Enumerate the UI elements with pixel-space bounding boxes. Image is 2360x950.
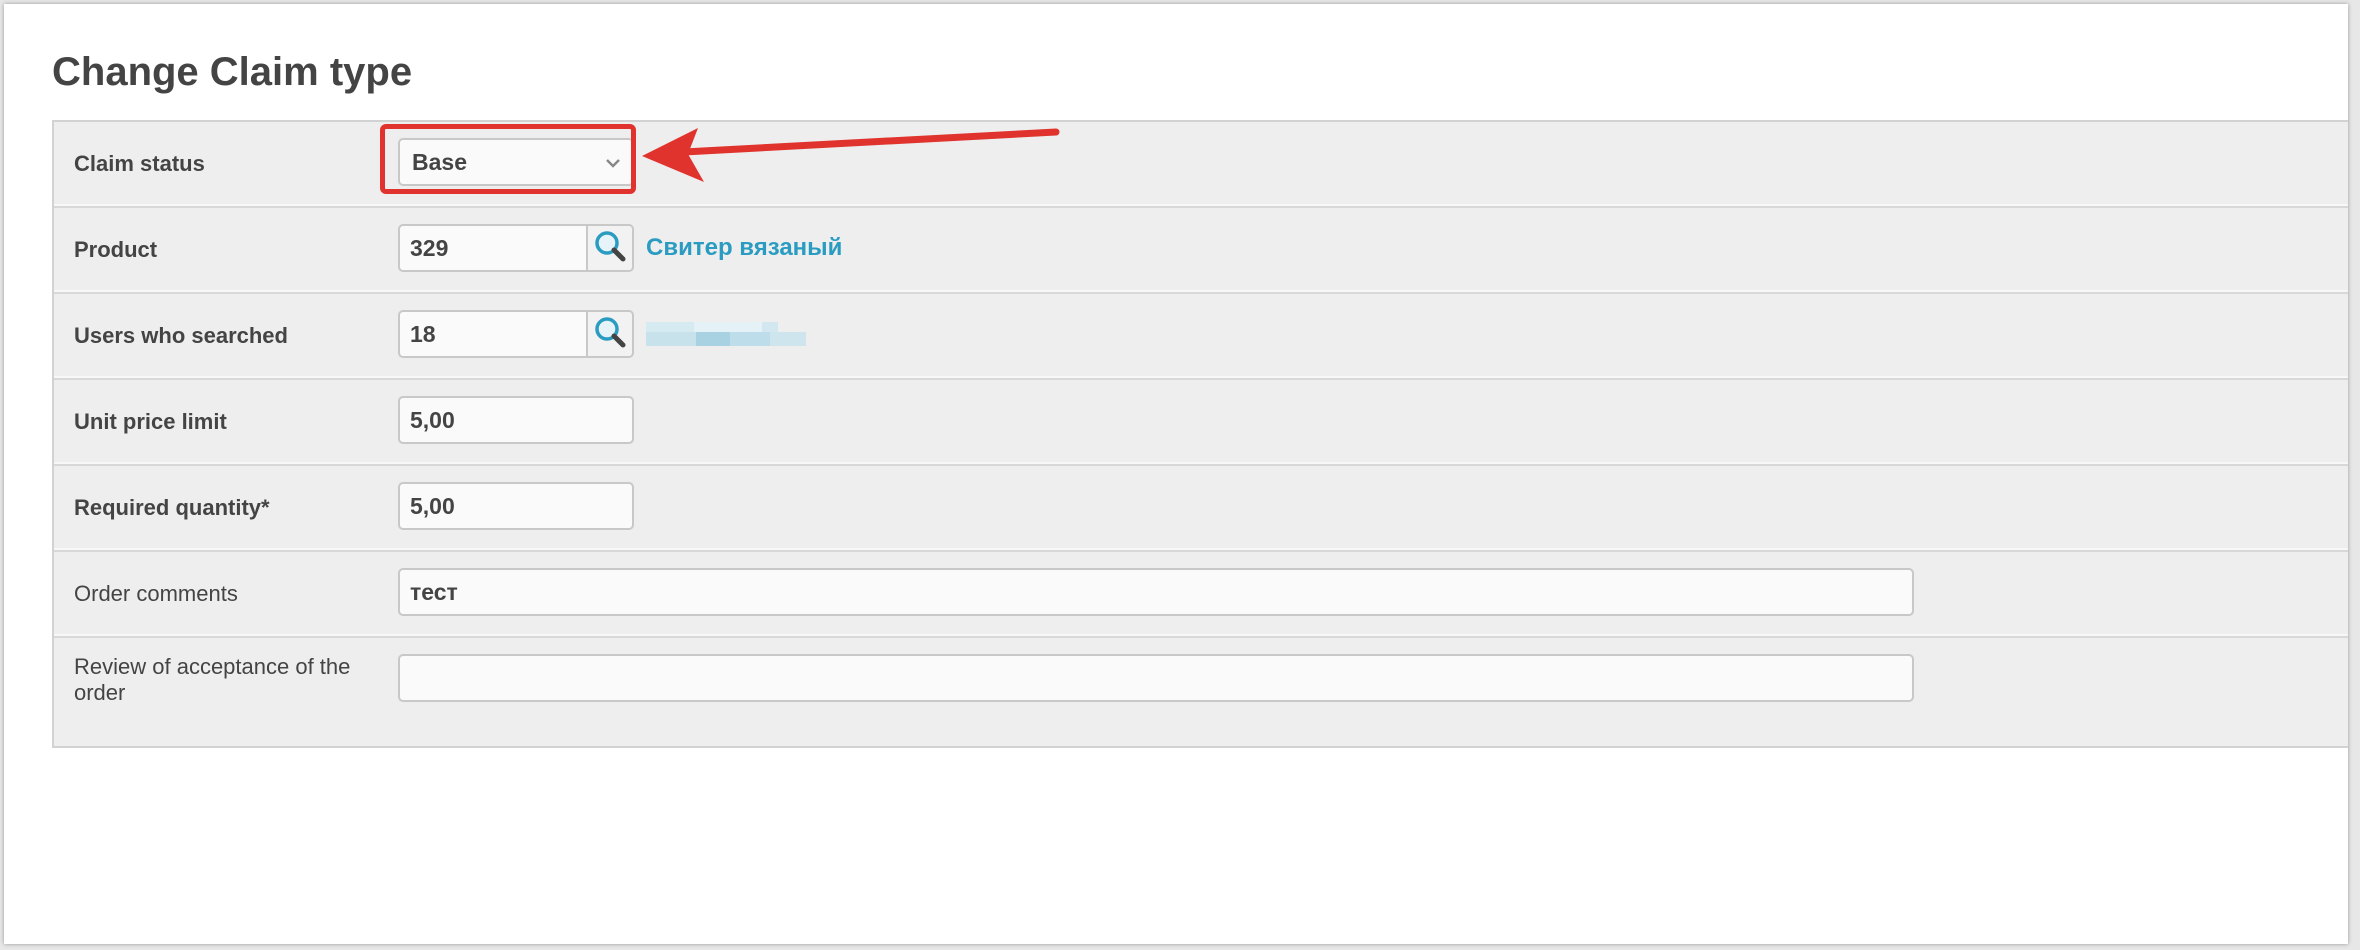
form-row-unit-price-limit: Unit price limit <box>54 380 2348 466</box>
claim-form: Claim status Base Product 329 Свитер вяз… <box>52 120 2348 748</box>
product-lookup-button[interactable] <box>586 224 634 272</box>
unit-price-limit-field <box>398 396 634 444</box>
order-comments-input[interactable] <box>398 568 1914 616</box>
order-comments-field <box>398 568 1914 616</box>
form-row-review-acceptance: Review of acceptance of the order <box>54 638 2348 746</box>
form-row-product: Product Свитер вязаный <box>54 208 2348 294</box>
search-icon <box>593 315 627 354</box>
search-icon <box>593 229 627 268</box>
review-acceptance-label: Review of acceptance of the order <box>74 654 351 705</box>
form-row-claim-status: Claim status Base <box>54 122 2348 208</box>
product-input[interactable] <box>398 224 586 272</box>
form-row-order-comments: Order comments <box>54 552 2348 638</box>
form-row-users-searched: Users who searched <box>54 294 2348 380</box>
users-searched-label: Users who searched <box>74 323 288 348</box>
page-title: Change Claim type <box>52 50 413 94</box>
page-window: Change Claim type Claim status Base Prod… <box>4 4 2348 944</box>
redacted-user-name[interactable] <box>646 316 806 352</box>
unit-price-limit-label: Unit price limit <box>74 409 227 434</box>
product-label: Product <box>74 237 158 262</box>
unit-price-limit-input[interactable] <box>398 396 634 444</box>
required-quantity-field <box>398 482 634 530</box>
product-name-link[interactable]: Свитер вязаный <box>646 234 842 262</box>
claim-status-label: Claim status <box>74 151 205 176</box>
claim-status-value: Base <box>412 148 467 175</box>
users-lookup-button[interactable] <box>586 310 634 358</box>
required-quantity-label: Required quantity* <box>74 495 270 520</box>
users-searched-field <box>398 310 806 358</box>
users-searched-input[interactable] <box>398 310 586 358</box>
review-acceptance-input[interactable] <box>398 654 1914 702</box>
claim-status-field: Base <box>398 138 634 186</box>
order-comments-label: Order comments <box>74 581 238 606</box>
required-quantity-input[interactable] <box>398 482 634 530</box>
review-acceptance-field <box>398 654 1914 702</box>
form-row-required-quantity: Required quantity* <box>54 466 2348 552</box>
product-field: Свитер вязаный <box>398 224 842 272</box>
chevron-down-icon <box>606 152 620 173</box>
claim-status-select[interactable]: Base <box>398 138 634 186</box>
